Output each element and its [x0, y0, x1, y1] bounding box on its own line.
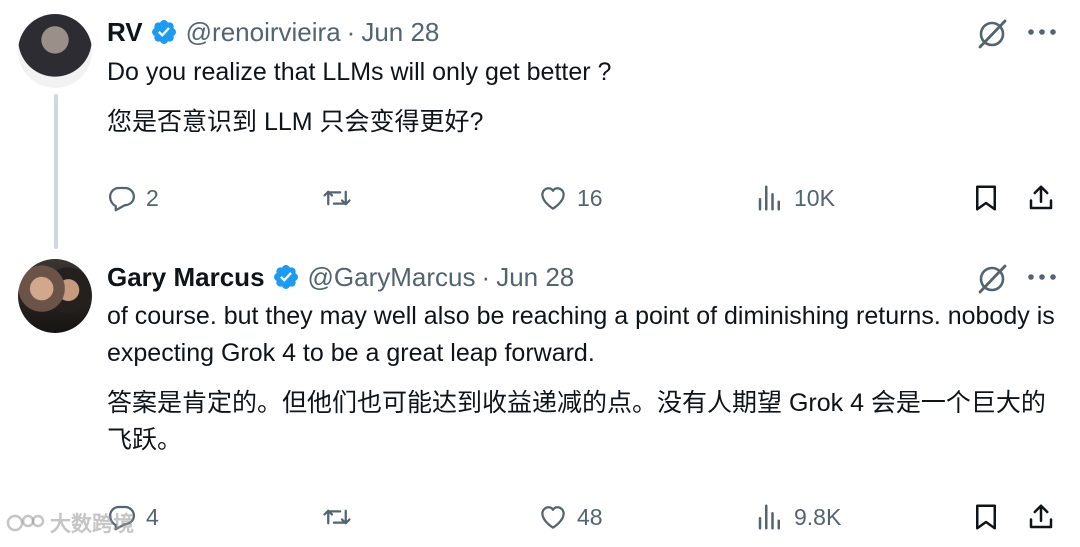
- retweet-button[interactable]: [322, 497, 361, 537]
- grok-icon[interactable]: [975, 261, 1009, 295]
- tweet[interactable]: Gary Marcus @GaryMarcus · Jun 28 of cour…: [0, 245, 1080, 547]
- heart-icon: [541, 187, 565, 210]
- grok-icon[interactable]: [975, 16, 1009, 50]
- reply-count: 2: [146, 184, 159, 211]
- like-count: 16: [577, 184, 603, 211]
- like-button[interactable]: 16: [538, 178, 603, 218]
- watermark: 大数跨境: [6, 508, 134, 538]
- author-name[interactable]: RV: [107, 17, 143, 48]
- heart-icon: [541, 506, 565, 529]
- separator-dot: ·: [481, 261, 491, 292]
- views-button[interactable]: 9.8K: [755, 497, 841, 537]
- tweet-date[interactable]: Jun 28: [496, 262, 574, 293]
- bookmark-icon: [976, 185, 996, 211]
- watermark-logo-icon: [6, 514, 45, 532]
- views-button[interactable]: 10K: [755, 178, 835, 218]
- tweet-header: Gary Marcus @GaryMarcus · Jun 28: [107, 257, 574, 297]
- bookmark-icon: [976, 504, 996, 530]
- tweet-text-english: Do you realize that LLMs will only get b…: [107, 58, 612, 86]
- like-count: 48: [577, 503, 603, 530]
- views-icon: [758, 504, 780, 530]
- tweet-actions: 4 48 9.8K: [107, 497, 1058, 537]
- tweet-header: RV @renoirvieira · Jun 28: [107, 12, 439, 52]
- views-count: 10K: [794, 184, 835, 211]
- like-button[interactable]: 48: [538, 497, 603, 537]
- avatar[interactable]: [18, 14, 92, 88]
- retweet-button[interactable]: [322, 178, 361, 218]
- author-handle[interactable]: @GaryMarcus: [308, 262, 476, 293]
- share-button[interactable]: [1026, 497, 1056, 537]
- share-icon: [1029, 504, 1053, 529]
- tweet[interactable]: RV @renoirvieira · Jun 28 Do you realize…: [0, 0, 1080, 245]
- tweet-text-chinese: 答案是肯定的。但他们也可能达到收益递减的点。没有人期望 Grok 4 会是一个巨…: [107, 389, 1046, 454]
- views-icon: [758, 185, 780, 211]
- tweet-date[interactable]: Jun 28: [361, 17, 439, 48]
- more-icon[interactable]: [1027, 26, 1057, 38]
- reply-button[interactable]: 2: [107, 178, 159, 218]
- tweet-text-english: of course. but they may well also be rea…: [107, 302, 1055, 367]
- verified-badge-icon: [150, 18, 178, 46]
- verified-badge-icon: [272, 263, 300, 291]
- author-name[interactable]: Gary Marcus: [107, 262, 265, 293]
- reply-icon: [109, 186, 135, 212]
- bookmark-button[interactable]: [971, 497, 1001, 537]
- more-icon[interactable]: [1027, 271, 1057, 283]
- watermark-text: 大数跨境: [50, 513, 134, 536]
- reply-count: 4: [146, 503, 159, 530]
- bookmark-button[interactable]: [971, 178, 1001, 218]
- share-icon: [1029, 185, 1053, 210]
- separator-dot: ·: [346, 16, 356, 47]
- views-count: 9.8K: [794, 503, 842, 530]
- avatar[interactable]: [18, 259, 92, 333]
- share-button[interactable]: [1026, 178, 1056, 218]
- author-handle[interactable]: @renoirvieira: [186, 17, 341, 48]
- retweet-icon: [323, 190, 351, 206]
- retweet-icon: [323, 509, 351, 525]
- tweet-text-chinese: 您是否意识到 LLM 只会变得更好?: [107, 108, 484, 136]
- tweet-actions: 2 16 10K: [107, 178, 1058, 218]
